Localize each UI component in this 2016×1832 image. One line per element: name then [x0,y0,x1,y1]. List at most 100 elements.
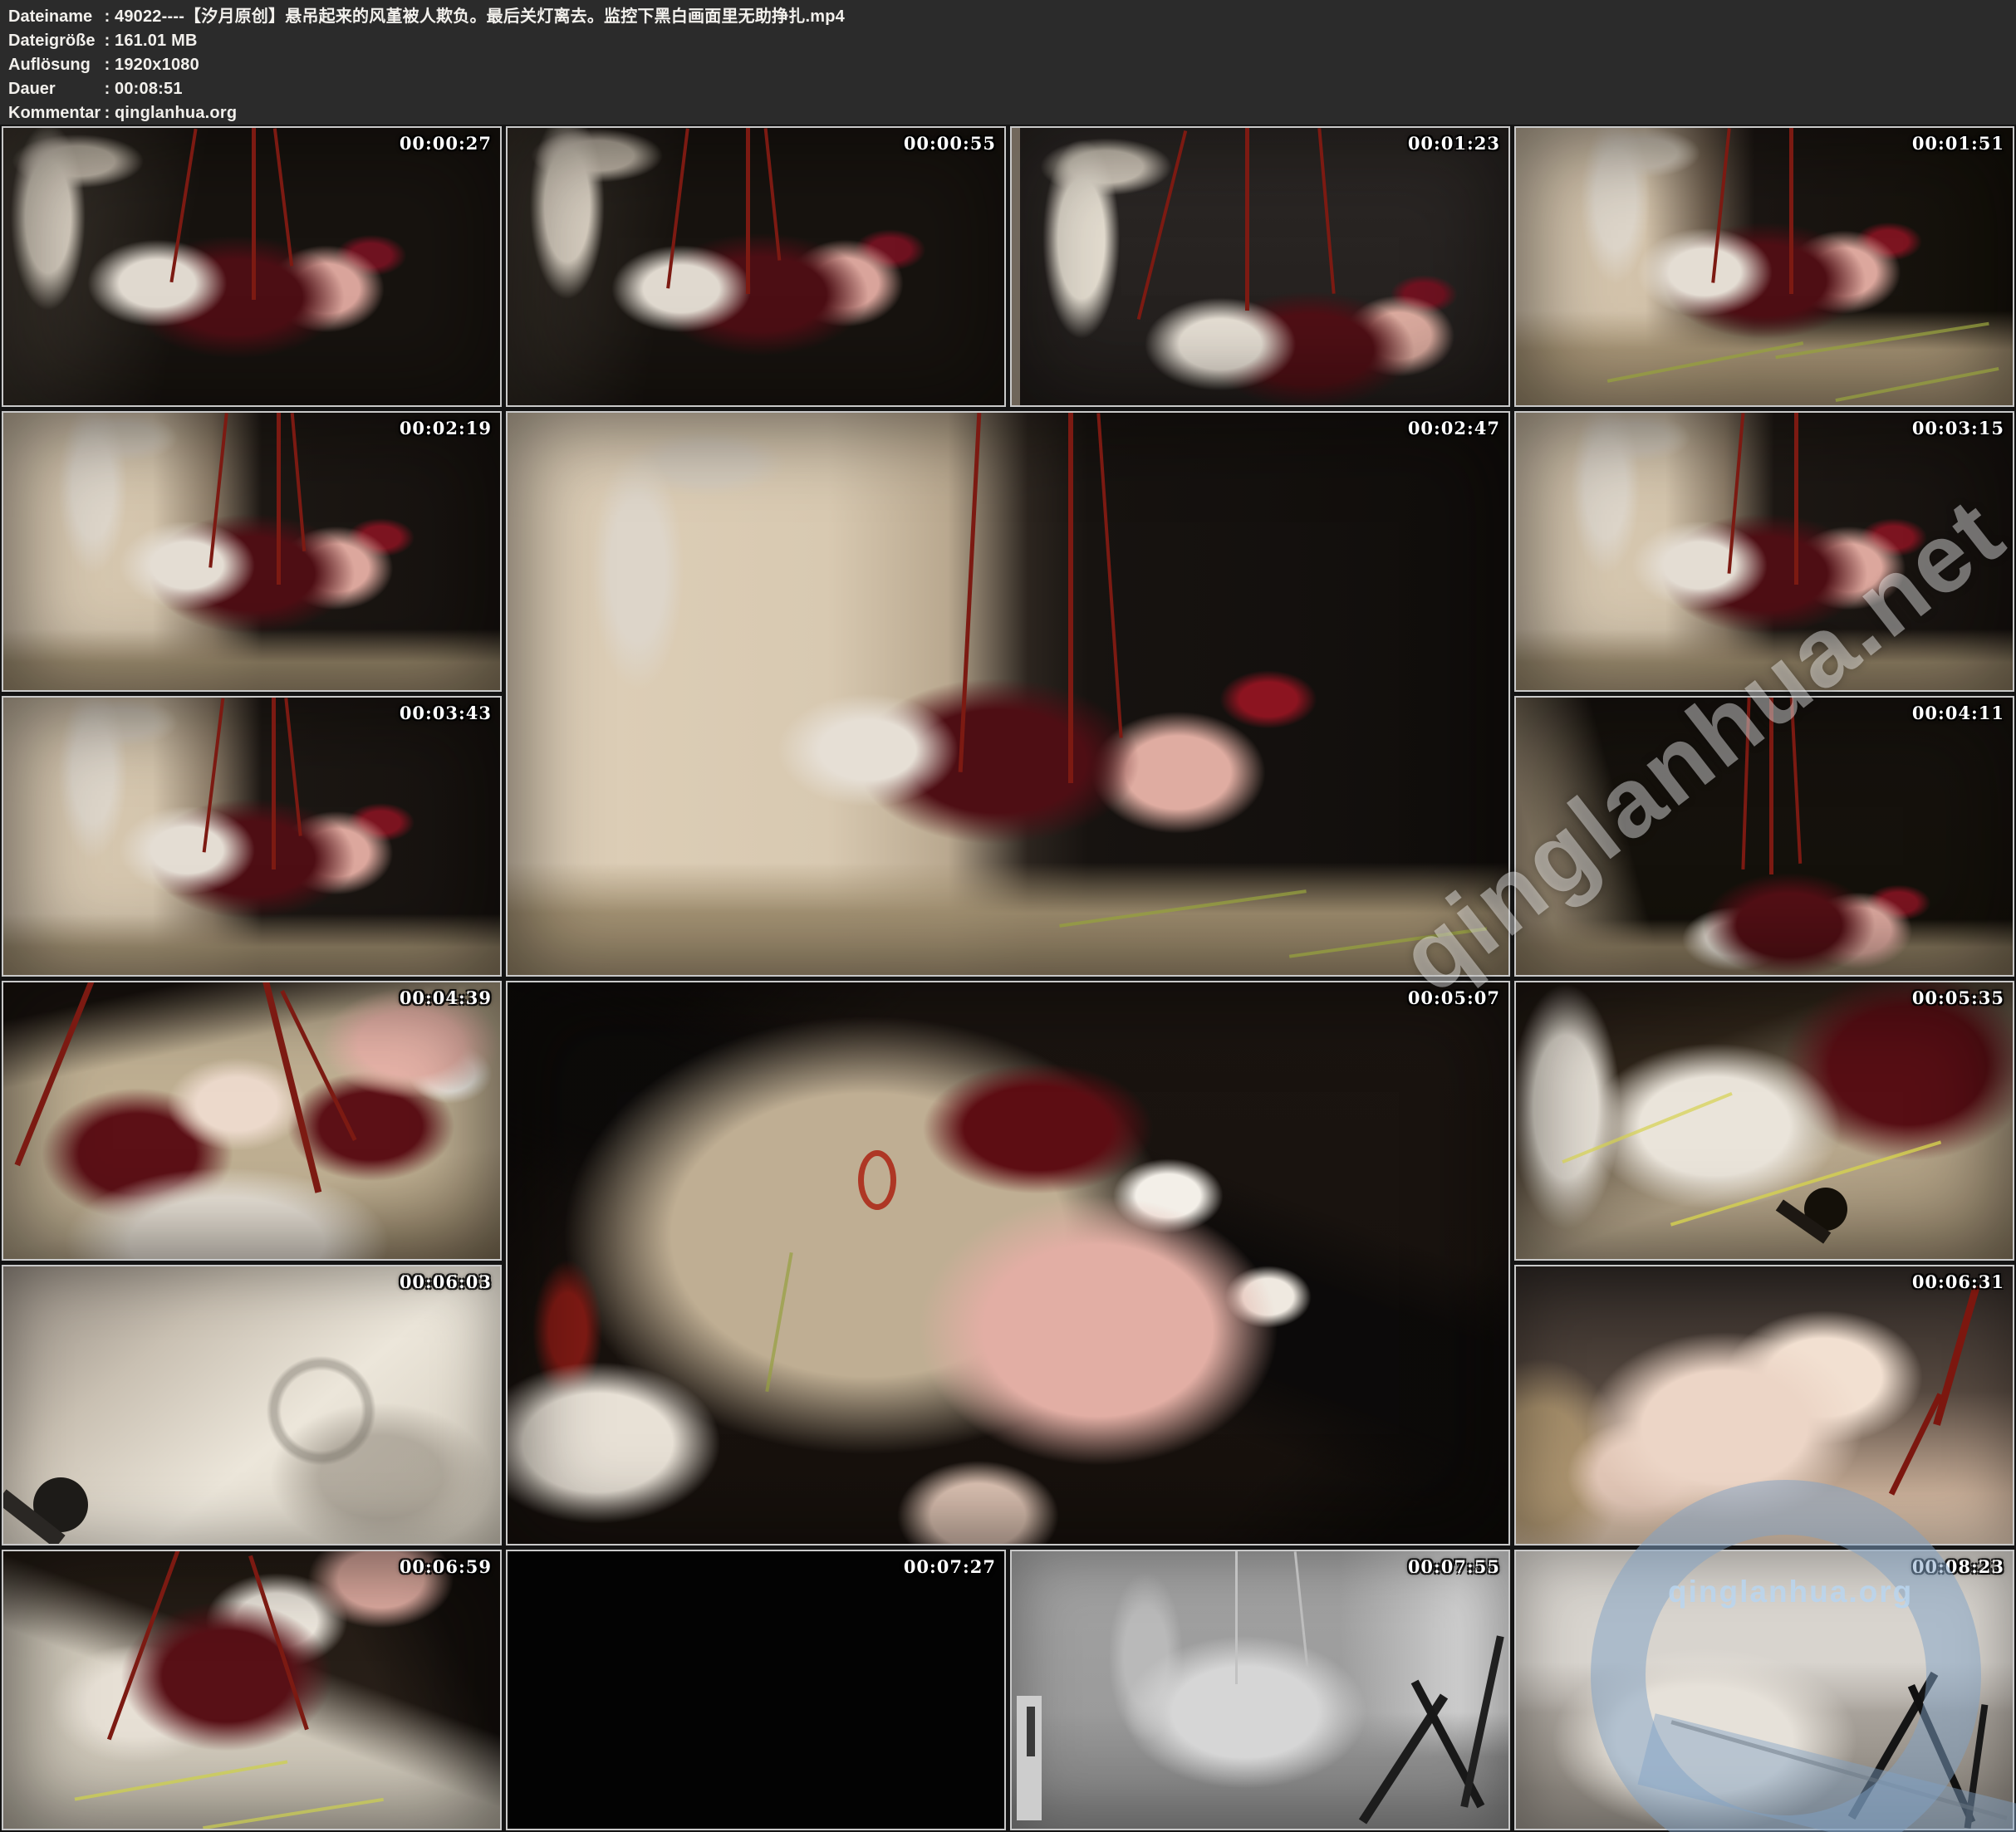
rope-shape [277,413,281,585]
light-stand-shape [1012,128,1020,405]
floor-tape-line [1289,927,1487,958]
video-thumbnail: 00:06:59 [2,1550,502,1830]
timestamp-overlay: 00:02:47 [1408,418,1500,438]
rope-shape [203,698,225,852]
field-separator: : [100,101,115,125]
floor-tape-line [203,1798,384,1830]
floor-tape-line [74,1760,287,1800]
video-thumbnail: 00:06:03 [2,1265,502,1545]
timestamp-overlay: 00:06:03 [400,1271,492,1292]
rope-shape [252,128,256,300]
timestamp-overlay: 00:01:51 [1912,133,2004,154]
rope-shape [1235,1551,1238,1684]
video-thumbnail: 00:03:15 [1514,411,2014,692]
video-thumbnail-large: 00:02:47 [506,411,1510,977]
timestamp-overlay: 00:03:15 [1912,418,2004,438]
video-thumbnail: 00:04:39 [2,981,502,1261]
filename-value: 49022----【汐月原创】悬吊起来的风堇被人欺负。最后关灯离去。监控下黑白画… [115,7,845,26]
video-thumbnail-grayscale: 00:08:23 [1514,1550,2014,1830]
floor-line-shape [1671,1720,2008,1820]
rope-shape [1794,413,1798,585]
field-separator: : [100,29,115,53]
video-thumbnail: 00:05:35 [1514,981,2014,1261]
rope-shape [1741,698,1750,869]
file-info-row: Dateiname:49022----【汐月原创】悬吊起来的风堇被人欺负。最后关… [8,5,2016,29]
rope-shape [1769,698,1773,875]
contact-sheet: Dateiname:49022----【汐月原创】悬吊起来的风堇被人欺负。最后关… [0,0,2016,1832]
thumbnail-grid: 00:00:27 00:00:55 00:01:23 00:01:51 [0,125,2016,1832]
video-thumbnail: 00:00:55 [506,126,1006,407]
timestamp-overlay: 00:07:27 [904,1556,996,1577]
rope-shape [1317,128,1335,294]
field-label: Dateiname [8,5,100,29]
field-label: Dauer [8,77,100,101]
timestamp-overlay: 00:00:27 [400,133,492,154]
light-stand-shape [1027,1707,1035,1756]
resolution-value: 1920x1080 [115,56,199,74]
floor-tape-line [1059,889,1307,928]
rope-shape [107,1550,181,1740]
video-thumbnail-dark: 00:07:27 [506,1550,1006,1830]
duration-value: 00:08:51 [115,80,183,98]
video-thumbnail: 00:06:31 [1514,1265,2014,1545]
rope-shape [1790,698,1802,864]
rope-shape [291,413,307,551]
tripod-shape [1460,1636,1503,1808]
timestamp-overlay: 00:06:31 [1912,1271,2004,1292]
rope-shape [1933,1285,1979,1425]
field-separator: : [100,53,115,77]
rope-coil-shape [858,1150,896,1210]
timestamp-overlay: 00:04:39 [400,987,492,1008]
field-separator: : [100,77,115,101]
rope-shape [1728,413,1745,573]
floor-tape-line [1775,321,1989,359]
timestamp-overlay: 00:00:55 [904,133,996,154]
field-label: Kommentar [8,101,100,125]
rope-shape [1789,128,1793,294]
timestamp-overlay: 00:05:35 [1912,987,2004,1008]
timestamp-overlay: 00:05:07 [1408,987,1500,1008]
floor-tape-line [1606,342,1803,384]
floor-tape-line [1562,1092,1732,1163]
video-thumbnail: 00:00:27 [2,126,502,407]
field-label: Dateigröße [8,29,100,53]
video-thumbnail: 00:01:23 [1010,126,1510,407]
rope-shape [1096,413,1122,738]
video-thumbnail: 00:04:11 [1514,696,2014,977]
rope-shape [170,129,198,282]
timestamp-overlay: 00:02:19 [400,418,492,438]
rope-shape [272,698,276,869]
rope-shape [764,128,782,261]
field-label: Auflösung [8,53,100,77]
comment-value: qinglanhua.org [115,104,237,122]
tripod-shape [1847,1672,1938,1820]
tripod-shape [1908,1684,1975,1824]
floor-tape-line [766,1252,793,1392]
rope-shape [208,413,228,567]
file-info-row: Dauer:00:08:51 [8,77,2016,101]
timestamp-overlay: 00:01:23 [1408,133,1500,154]
rope-shape [959,413,982,772]
rope-shape [248,1555,309,1731]
rope-shape [1068,413,1073,784]
rope-shape [1245,128,1249,311]
rope-shape [1137,130,1187,320]
rope-shape [1711,128,1731,282]
video-thumbnail-large: 00:05:07 [506,981,1510,1546]
video-thumbnail: 00:03:43 [2,696,502,977]
rope-shape [746,128,750,294]
file-info-row: AuflösungAuflösung:1920x1080 [8,53,2016,77]
timestamp-overlay: 00:06:59 [400,1556,492,1577]
filesize-value: 161.01 MB [115,32,198,50]
video-thumbnail: 00:02:19 [2,411,502,692]
rope-shape [1294,1551,1309,1668]
timestamp-overlay: 00:07:55 [1408,1556,1500,1577]
rope-shape [1889,1393,1943,1495]
rope-shape [14,981,97,1168]
file-info-row: Dateigröße:161.01 MB [8,29,2016,53]
rope-shape [284,698,302,835]
rope-shape [667,128,690,288]
video-thumbnail: 00:01:51 [1514,126,2014,407]
timestamp-overlay: 00:03:43 [400,703,492,723]
video-thumbnail-grayscale: 00:07:55 [1010,1550,1510,1830]
